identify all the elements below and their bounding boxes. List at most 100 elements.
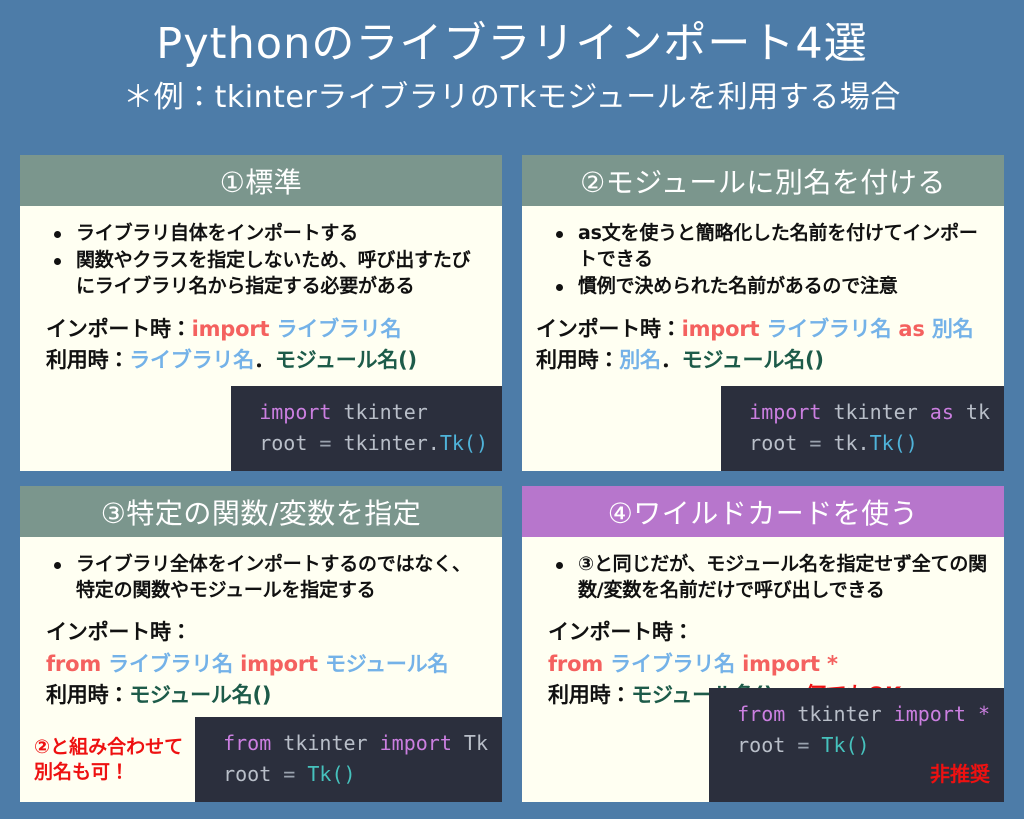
wildcard-symbol: * [826, 651, 838, 676]
code-operator: = [797, 431, 834, 455]
code-variable: root [749, 431, 798, 455]
import-label: インポート時： [536, 316, 682, 341]
code-from-keyword: from [737, 702, 786, 726]
deprecated-badge: 非推奨 [930, 762, 990, 786]
page-title: Pythonのライブラリインポート4選 [156, 19, 868, 69]
card-4-body: ③と同じだが、モジュール名を指定せず全ての関数/変数を名前だけで呼び出しできる … [522, 537, 1004, 802]
usage-syntax-line: 利用時：モジュール名() [46, 680, 488, 711]
import-label: インポート時： [46, 620, 192, 645]
card-1-bullets: ライブラリ自体をインポートする 関数やクラスを指定しないため、呼び出すたびにライ… [52, 220, 488, 300]
usage-label: 利用時： [536, 347, 620, 372]
card-4-title: ④ワイルドカードを使う [522, 486, 1004, 537]
code-text: tkinter [821, 400, 930, 424]
code-from-keyword: from [223, 731, 272, 755]
alias-name: 別名 [931, 316, 974, 341]
code-text: tkinter [331, 400, 428, 424]
code-line: from tkinter import Tk [223, 728, 488, 759]
code-text: tkinter [271, 731, 380, 755]
code-variable: root [737, 733, 786, 757]
card-2-title: ②モジュールに別名を付ける [522, 155, 1004, 206]
code-variable: root [223, 762, 272, 786]
usage-module: モジュール名() [129, 682, 272, 707]
code-class: Tk() [869, 431, 918, 455]
code-class: Tk() [307, 762, 356, 786]
card-1-title: ①標準 [20, 155, 502, 206]
code-operator: = [785, 733, 822, 757]
import-module: モジュール名 [324, 651, 449, 676]
code-line: root = Tk() [737, 730, 990, 761]
list-item: ③と同じだが、モジュール名を指定せず全ての関数/変数を名前だけで呼び出しできる [554, 551, 990, 603]
card-3-code-block: from tkinter import Tk root = Tk() [195, 717, 502, 802]
code-line: root = tkinter.Tk() [259, 428, 488, 459]
usage-dot: ． [660, 347, 682, 372]
code-object: tk. [833, 431, 870, 455]
import-keyword: import [742, 651, 820, 676]
code-keyword: import [259, 400, 332, 424]
from-keyword: from [548, 651, 604, 676]
card-3-body: ライブラリ全体をインポートするのではなく、特定の関数やモジュールを指定する イン… [20, 537, 502, 802]
code-as-keyword: as [929, 400, 954, 424]
card-3-title: ③特定の関数/変数を指定 [20, 486, 502, 537]
from-import-syntax-line: from ライブラリ名 import * [548, 649, 990, 680]
card-2-syntax: インポート時：import ライブラリ名 as 別名 利用時：別名．モジュール名… [536, 314, 990, 376]
code-line: root = tk.Tk() [749, 428, 990, 459]
card-1-body: ライブラリ自体をインポートする 関数やクラスを指定しないため、呼び出すたびにライ… [20, 206, 502, 471]
as-keyword: as [898, 316, 925, 341]
code-import-keyword: import [893, 702, 966, 726]
page-subtitle: ＊例：tkinterライブラリのTkモジュールを利用する場合 [123, 79, 901, 115]
usage-alias: 別名 [619, 347, 661, 372]
usage-syntax-line: 利用時：ライブラリ名．モジュール名() [46, 345, 488, 376]
import-keyword: import [191, 316, 270, 341]
list-item: ライブラリ自体をインポートする [52, 220, 488, 246]
from-target: ライブラリ名 [108, 651, 233, 676]
list-item: 関数やクラスを指定しないため、呼び出すたびにライブラリ名から指定する必要がある [52, 247, 488, 299]
usage-syntax-line: 利用時：別名．モジュール名() [536, 345, 990, 376]
code-class: Tk() [439, 431, 488, 455]
infographic-poster: Pythonのライブラリインポート4選 ＊例：tkinterライブラリのTkモジ… [0, 0, 1024, 819]
card-2-bullets: as文を使うと簡略化した名前を付けてインポートできる 慣例で決められた名前がある… [554, 220, 990, 300]
code-text: tkinter [785, 702, 894, 726]
import-target: ライブラリ名 [766, 316, 892, 341]
code-wildcard: * [965, 702, 990, 726]
code-variable: root [259, 431, 308, 455]
import-keyword: import [681, 316, 760, 341]
code-alias: tk [953, 400, 990, 424]
list-item: 慣例で決められた名前があるので注意 [554, 273, 990, 299]
code-line: from tkinter import * [737, 699, 990, 730]
import-label-line: インポート時： [46, 617, 488, 648]
usage-dot: ． [254, 347, 275, 372]
import-syntax-line: インポート時：import ライブラリ名 as 別名 [536, 314, 990, 345]
card-3-syntax: インポート時： from ライブラリ名 import モジュール名 利用時：モジ… [46, 617, 488, 710]
card-1-code-block: import tkinter root = tkinter.Tk() [231, 386, 502, 471]
from-import-syntax-line: from ライブラリ名 import モジュール名 [46, 649, 488, 680]
import-label-line: インポート時： [548, 617, 990, 648]
list-item: as文を使うと簡略化した名前を付けてインポートできる [554, 220, 990, 272]
card-specific-import: ③特定の関数/変数を指定 ライブラリ全体をインポートするのではなく、特定の関数や… [20, 486, 502, 802]
card-1-syntax: インポート時：import ライブラリ名 利用時：ライブラリ名．モジュール名() [46, 314, 488, 376]
from-target: ライブラリ名 [610, 651, 735, 676]
code-keyword: import [749, 400, 822, 424]
code-operator: = [307, 431, 344, 455]
import-label: インポート時： [46, 316, 192, 341]
code-import-keyword: import [379, 731, 452, 755]
card-3-side-note: ②と組み合わせて 別名も可！ [34, 735, 184, 784]
poster-header: Pythonのライブラリインポート4選 ＊例：tkinterライブラリのTkモジ… [0, 0, 1024, 155]
code-object: tkinter. [343, 431, 440, 455]
card-2-code-block: import tkinter as tk root = tk.Tk() [721, 386, 1004, 471]
code-line: root = Tk() [223, 759, 488, 790]
code-line: import tkinter as tk [749, 397, 990, 428]
card-4-bullets: ③と同じだが、モジュール名を指定せず全ての関数/変数を名前だけで呼び出しできる [554, 551, 990, 603]
card-alias-import: ②モジュールに別名を付ける as文を使うと簡略化した名前を付けてインポートできる… [522, 155, 1004, 471]
usage-label: 利用時： [548, 682, 632, 707]
import-label: インポート時： [548, 620, 694, 645]
card-3-bullets: ライブラリ全体をインポートするのではなく、特定の関数やモジュールを指定する [52, 551, 488, 603]
list-item: ライブラリ全体をインポートするのではなく、特定の関数やモジュールを指定する [52, 551, 488, 603]
from-keyword: from [46, 651, 102, 676]
import-target: ライブラリ名 [276, 316, 402, 341]
usage-label: 利用時： [46, 347, 130, 372]
code-module: Tk [451, 731, 488, 755]
card-wildcard-import: ④ワイルドカードを使う ③と同じだが、モジュール名を指定せず全ての関数/変数を名… [522, 486, 1004, 802]
usage-label: 利用時： [46, 682, 130, 707]
code-line: import tkinter [259, 397, 488, 428]
card-2-body: as文を使うと簡略化した名前を付けてインポートできる 慣例で決められた名前がある… [522, 206, 1004, 471]
